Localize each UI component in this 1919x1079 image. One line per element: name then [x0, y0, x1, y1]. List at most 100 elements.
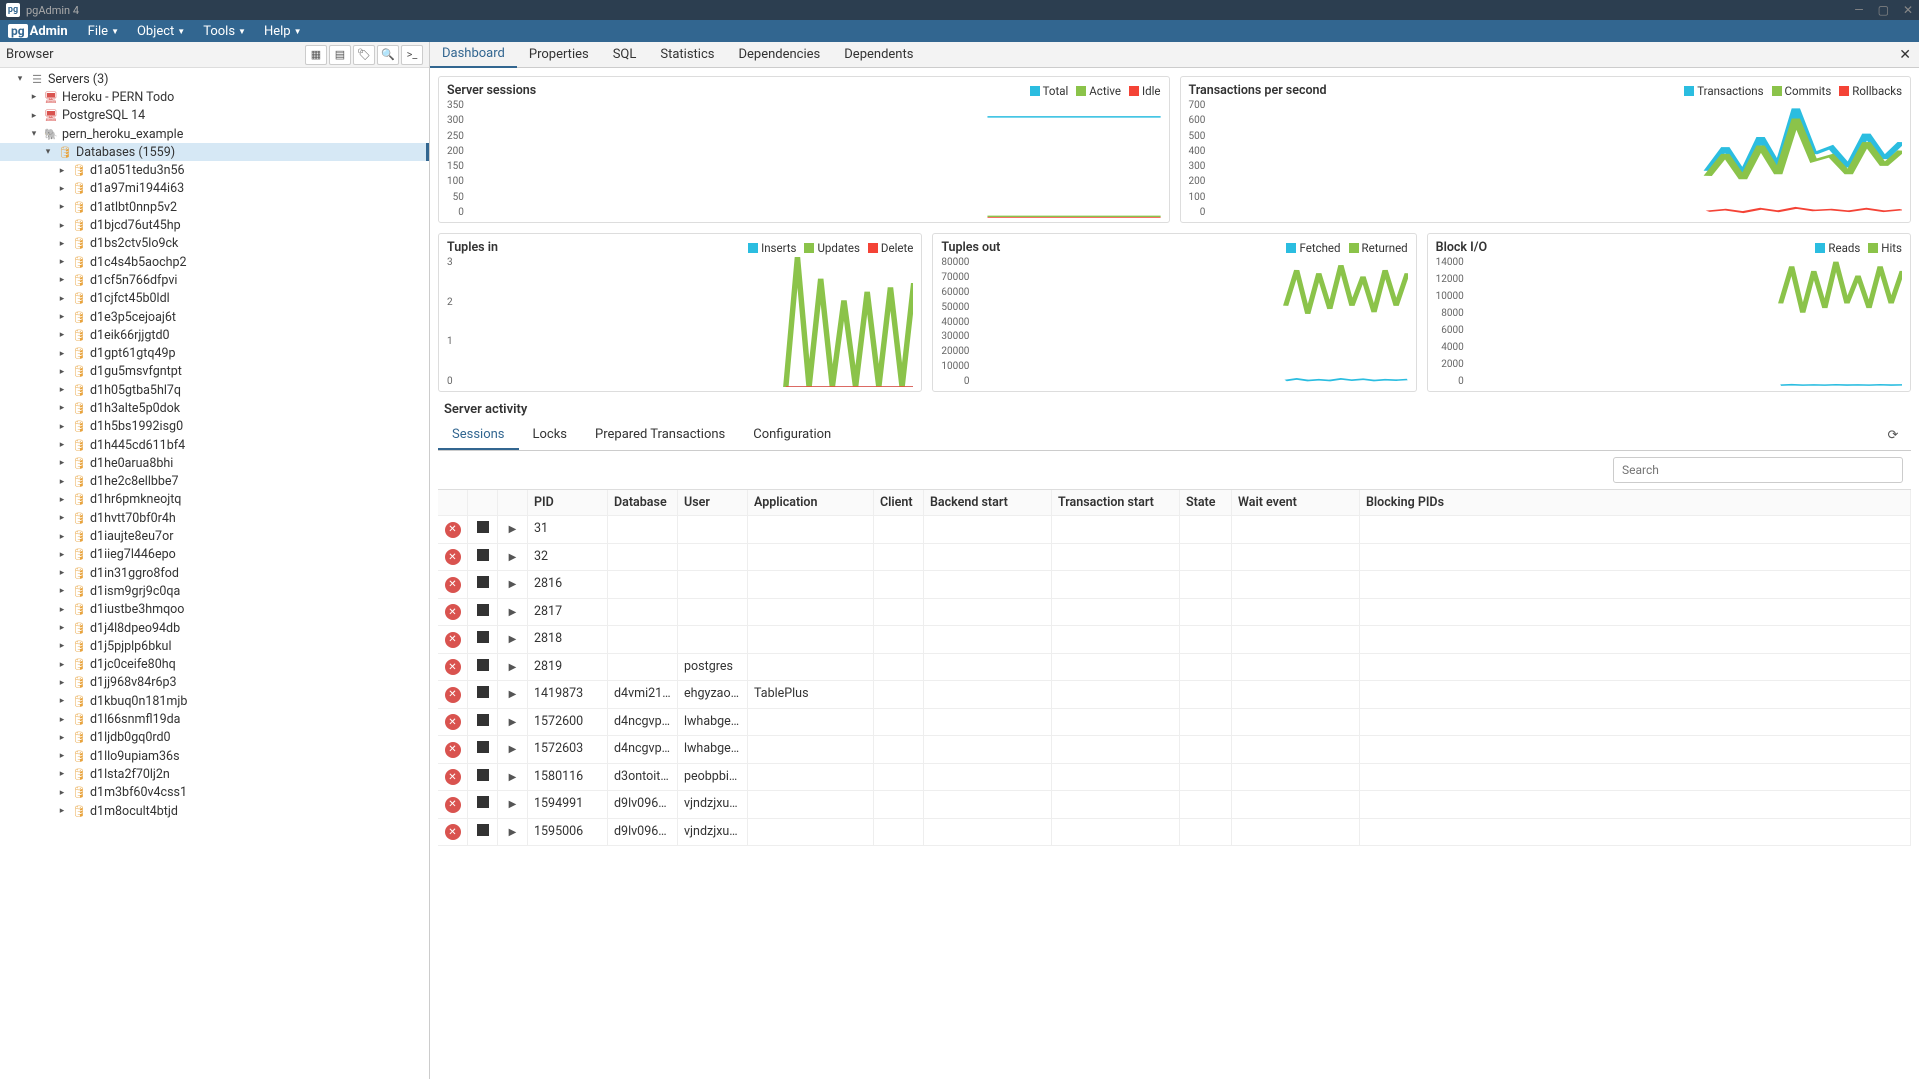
minimize-icon[interactable]: — [1854, 3, 1863, 17]
search-input[interactable] [1613, 457, 1903, 483]
tree-row[interactable]: ▸🛢d1llo9upiam36s [0, 747, 429, 765]
chevron-icon[interactable]: ▸ [56, 184, 68, 194]
tree-row[interactable]: ▸🛢d1cf5n766dfpvi [0, 271, 429, 289]
chevron-icon[interactable]: ▸ [56, 806, 68, 816]
stop-icon[interactable] [477, 604, 489, 616]
tree-row[interactable]: ▸🛢d1hr6pmkneojtq [0, 491, 429, 509]
stop-icon[interactable] [477, 769, 489, 781]
cancel-icon[interactable]: ✕ [445, 742, 461, 758]
chevron-icon[interactable]: ▸ [56, 751, 68, 761]
tab-dashboard[interactable]: Dashboard [430, 42, 517, 68]
tree-row[interactable]: ▸🛢d1l66snmfl19da [0, 710, 429, 728]
table-row[interactable]: ✕▶1594991d9lv09661...vjndzjxutyx... [438, 791, 1911, 819]
expand-icon[interactable]: ▶ [509, 772, 517, 783]
expand-icon[interactable]: ▶ [509, 662, 517, 673]
table-row[interactable]: ✕▶2818 [438, 626, 1911, 654]
tool-tag-icon[interactable]: 🏷 [353, 45, 375, 65]
chevron-icon[interactable]: ▸ [56, 733, 68, 743]
tree-row[interactable]: ▸🛢d1atlbt0nnp5v2 [0, 198, 429, 216]
tree-row[interactable]: ▸🛢d1bs2ctv5lo9ck [0, 235, 429, 253]
chevron-icon[interactable]: ▸ [56, 385, 68, 395]
menu-object[interactable]: Object▼ [137, 24, 185, 39]
chevron-icon[interactable]: ▾ [28, 129, 40, 139]
menu-file[interactable]: File▼ [88, 24, 119, 39]
expand-icon[interactable]: ▶ [509, 634, 517, 645]
act-tab-config[interactable]: Configuration [739, 421, 845, 450]
tree-row[interactable]: ▾🐘pern_heroku_example [0, 125, 429, 143]
chevron-icon[interactable]: ▸ [56, 330, 68, 340]
chevron-icon[interactable]: ▾ [14, 74, 26, 84]
chevron-icon[interactable]: ▸ [56, 641, 68, 651]
chevron-icon[interactable]: ▸ [56, 440, 68, 450]
chevron-icon[interactable]: ▸ [56, 532, 68, 542]
tab-close-icon[interactable]: ✕ [1899, 47, 1911, 63]
table-row[interactable]: ✕▶1595006d9lv09661...vjndzjxutyx... [438, 819, 1911, 847]
chevron-icon[interactable]: ▸ [56, 696, 68, 706]
chevron-icon[interactable]: ▸ [28, 92, 40, 102]
stop-icon[interactable] [477, 741, 489, 753]
cancel-icon[interactable]: ✕ [445, 797, 461, 813]
act-tab-locks[interactable]: Locks [519, 421, 582, 450]
tree-row[interactable]: ▸🛢d1h05gtba5hl7q [0, 381, 429, 399]
chevron-icon[interactable]: ▸ [56, 294, 68, 304]
cancel-icon[interactable]: ✕ [445, 659, 461, 675]
chevron-icon[interactable]: ▸ [56, 605, 68, 615]
table-row[interactable]: ✕▶1419873d4vmi21na...ehgyzaoeo...TablePl… [438, 681, 1911, 709]
stop-icon[interactable] [477, 796, 489, 808]
chevron-icon[interactable]: ▸ [56, 623, 68, 633]
cancel-icon[interactable]: ✕ [445, 632, 461, 648]
expand-icon[interactable]: ▶ [509, 799, 517, 810]
stop-icon[interactable] [477, 659, 489, 671]
tree-row[interactable]: ▸🛢d1e3p5cejoaj6t [0, 308, 429, 326]
chevron-icon[interactable]: ▸ [56, 678, 68, 688]
maximize-icon[interactable]: ▢ [1878, 3, 1889, 17]
chevron-icon[interactable]: ▸ [56, 458, 68, 468]
cancel-icon[interactable]: ✕ [445, 714, 461, 730]
tree-row[interactable]: ▸🛢d1j4l8dpeo94db [0, 619, 429, 637]
cancel-icon[interactable]: ✕ [445, 769, 461, 785]
cancel-icon[interactable]: ✕ [445, 824, 461, 840]
tree-row[interactable]: ▸🛢d1lsta2f70lj2n [0, 765, 429, 783]
tree-row[interactable]: ▸🛢d1he2c8ellbbe7 [0, 473, 429, 491]
tree-row[interactable]: ▸🛢d1m3bf60v4css1 [0, 784, 429, 802]
chevron-icon[interactable]: ▸ [56, 495, 68, 505]
cancel-icon[interactable]: ✕ [445, 522, 461, 538]
cancel-icon[interactable]: ✕ [445, 549, 461, 565]
chevron-icon[interactable]: ▸ [56, 166, 68, 176]
expand-icon[interactable]: ▶ [509, 607, 517, 618]
chevron-icon[interactable]: ▸ [56, 312, 68, 322]
chevron-icon[interactable]: ▸ [56, 221, 68, 231]
chevron-icon[interactable]: ▸ [56, 422, 68, 432]
chevron-icon[interactable]: ▾ [42, 147, 54, 157]
tree-row[interactable]: ▸🛢d1gpt61gtq49p [0, 344, 429, 362]
tree-row[interactable]: ▸🛢d1he0arua8bhi [0, 454, 429, 472]
expand-icon[interactable]: ▶ [509, 717, 517, 728]
table-row[interactable]: ✕▶2816 [438, 571, 1911, 599]
expand-icon[interactable]: ▶ [509, 689, 517, 700]
stop-icon[interactable] [477, 824, 489, 836]
chevron-icon[interactable]: ▸ [56, 550, 68, 560]
tree-row[interactable]: ▸🛢d1gu5msvfgntpt [0, 363, 429, 381]
table-row[interactable]: ✕▶1580116d3ontoit0q...peobpbispl... [438, 764, 1911, 792]
chevron-icon[interactable]: ▸ [28, 111, 40, 121]
tree-row[interactable]: ▸🛢d1h3alte5p0dok [0, 399, 429, 417]
table-row[interactable]: ✕▶2819postgres [438, 654, 1911, 682]
tree-row[interactable]: ▸🛢d1iustbe3hmqoo [0, 601, 429, 619]
chevron-icon[interactable]: ▸ [56, 586, 68, 596]
expand-icon[interactable]: ▶ [509, 579, 517, 590]
tool-terminal-icon[interactable]: >_ [401, 45, 423, 65]
tree-row[interactable]: ▸🛢d1a97mi1944i63 [0, 180, 429, 198]
tree-row[interactable]: ▸🛢d1iaujte8eu7or [0, 527, 429, 545]
refresh-icon[interactable]: ⟳ [1883, 426, 1903, 446]
tool-grid-icon[interactable]: ▤ [329, 45, 351, 65]
tree-row[interactable]: ▸🛢d1hvtt70bf0r4h [0, 509, 429, 527]
tree-row[interactable]: ▸🛢d1j5pjplp6bkul [0, 637, 429, 655]
tree-row[interactable]: ▸🛢d1c4s4b5aochp2 [0, 253, 429, 271]
act-tab-sessions[interactable]: Sessions [438, 421, 519, 450]
stop-icon[interactable] [477, 631, 489, 643]
tree-row[interactable]: ▸🛢d1ljdb0gq0rd0 [0, 729, 429, 747]
tree-row[interactable]: ▸🖥Heroku - PERN Todo [0, 88, 429, 106]
tree-row[interactable]: ▸🛢d1m8ocult4btjd [0, 802, 429, 820]
menu-tools[interactable]: Tools▼ [203, 24, 246, 39]
tab-dependents[interactable]: Dependents [832, 42, 925, 68]
